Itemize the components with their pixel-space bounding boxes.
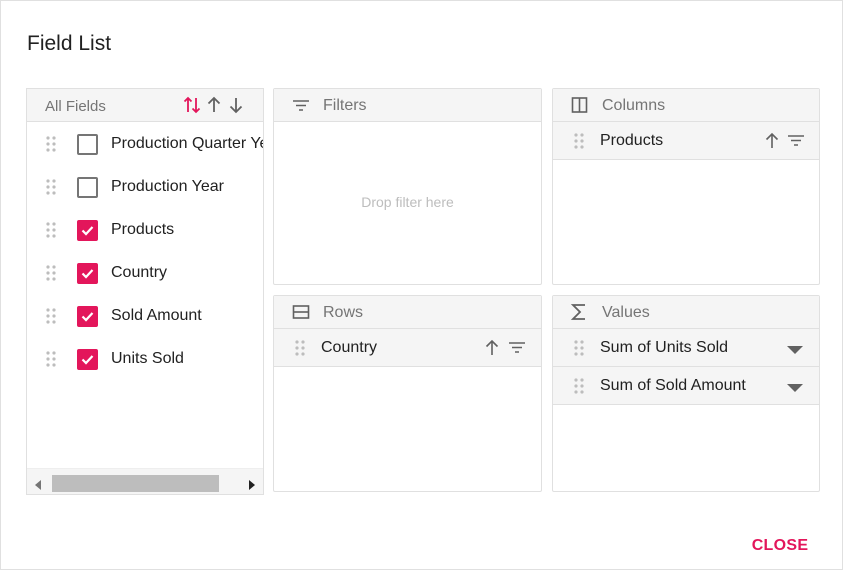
filter-icon[interactable] xyxy=(507,339,527,362)
values-header: Values xyxy=(553,296,819,329)
field-checkbox[interactable] xyxy=(77,263,98,284)
filters-header: Filters xyxy=(274,89,541,122)
drag-handle-icon[interactable] xyxy=(46,136,56,152)
sort-descending-icon[interactable] xyxy=(227,95,245,115)
dropdown-arrow-icon[interactable] xyxy=(787,381,803,399)
sort-ascending-icon[interactable] xyxy=(764,132,780,155)
scroll-left-icon[interactable] xyxy=(35,477,43,494)
sort-none-icon[interactable] xyxy=(183,95,201,115)
all-fields-label: All Fields xyxy=(45,98,106,115)
columns-icon xyxy=(570,96,590,114)
field-label: Sold Amount xyxy=(111,307,202,324)
filters-label: Filters xyxy=(323,97,367,114)
drag-handle-icon[interactable] xyxy=(46,351,56,367)
scrollbar-thumb[interactable] xyxy=(52,475,219,492)
drag-handle-icon[interactable] xyxy=(295,340,305,356)
field-item-units-sold[interactable]: Units Sold xyxy=(27,338,263,381)
filters-panel[interactable]: Filters Drop filter here xyxy=(273,88,542,285)
dialog-title: Field List xyxy=(27,32,112,55)
drag-handle-icon[interactable] xyxy=(574,340,584,356)
field-checkbox[interactable] xyxy=(77,177,98,198)
field-item-production-year[interactable]: Production Year xyxy=(27,166,263,209)
field-list-dialog: Field List All Fields Production Quarter… xyxy=(0,0,843,570)
drag-handle-icon[interactable] xyxy=(46,222,56,238)
pivot-button-label: Country xyxy=(321,339,378,356)
columns-panel[interactable]: Columns Products xyxy=(552,88,820,285)
pivot-button-products[interactable]: Products xyxy=(553,122,819,160)
columns-label: Columns xyxy=(602,97,666,114)
field-label: Products xyxy=(111,221,175,238)
field-checkbox[interactable] xyxy=(77,349,98,370)
rows-header: Rows xyxy=(274,296,541,329)
pivot-button-sum-of-units-sold[interactable]: Sum of Units Sold xyxy=(553,329,819,367)
check-icon xyxy=(81,269,94,279)
values-panel[interactable]: Values Sum of Units Sold Sum of Sold Amo… xyxy=(552,295,820,492)
pivot-button-label: Sum of Units Sold xyxy=(600,339,729,356)
filter-icon[interactable] xyxy=(786,132,806,155)
drag-handle-icon[interactable] xyxy=(46,265,56,281)
field-label: Units Sold xyxy=(111,350,184,367)
field-checkbox[interactable] xyxy=(77,134,98,155)
close-button[interactable]: CLOSE xyxy=(747,533,813,559)
drag-handle-icon[interactable] xyxy=(574,133,584,149)
rows-label: Rows xyxy=(323,304,364,321)
sort-ascending-icon[interactable] xyxy=(205,95,223,115)
field-label: Country xyxy=(111,264,168,281)
check-icon xyxy=(81,312,94,322)
rows-icon xyxy=(291,303,311,321)
check-icon xyxy=(81,226,94,236)
columns-header: Columns xyxy=(553,89,819,122)
pivot-button-label: Sum of Sold Amount xyxy=(600,377,746,394)
drag-handle-icon[interactable] xyxy=(574,378,584,394)
field-item-country[interactable]: Country xyxy=(27,252,263,295)
drag-handle-icon[interactable] xyxy=(46,179,56,195)
pivot-button-sum-of-sold-amount[interactable]: Sum of Sold Amount xyxy=(553,367,819,405)
drop-filter-placeholder: Drop filter here xyxy=(361,194,454,210)
field-item-production-quarter-year[interactable]: Production Quarter Year xyxy=(27,123,263,166)
all-fields-panel: All Fields Production Quarter Year xyxy=(26,88,264,495)
field-label: Production Quarter Year xyxy=(111,135,263,152)
field-label: Production Year xyxy=(111,178,224,195)
pivot-button-label: Products xyxy=(600,132,664,149)
field-checkbox[interactable] xyxy=(77,306,98,327)
all-fields-header: All Fields xyxy=(27,89,263,122)
sigma-icon xyxy=(570,303,590,321)
filter-icon xyxy=(291,96,311,114)
drag-handle-icon[interactable] xyxy=(46,308,56,324)
field-item-products[interactable]: Products xyxy=(27,209,263,252)
field-item-sold-amount[interactable]: Sold Amount xyxy=(27,295,263,338)
field-checkbox[interactable] xyxy=(77,220,98,241)
check-icon xyxy=(81,355,94,365)
dropdown-arrow-icon[interactable] xyxy=(787,343,803,361)
values-label: Values xyxy=(602,304,650,321)
scroll-right-icon[interactable] xyxy=(247,477,255,494)
sort-ascending-icon[interactable] xyxy=(484,339,500,362)
rows-panel[interactable]: Rows Country xyxy=(273,295,542,492)
horizontal-scrollbar[interactable] xyxy=(27,468,263,494)
pivot-button-country[interactable]: Country xyxy=(274,329,541,367)
